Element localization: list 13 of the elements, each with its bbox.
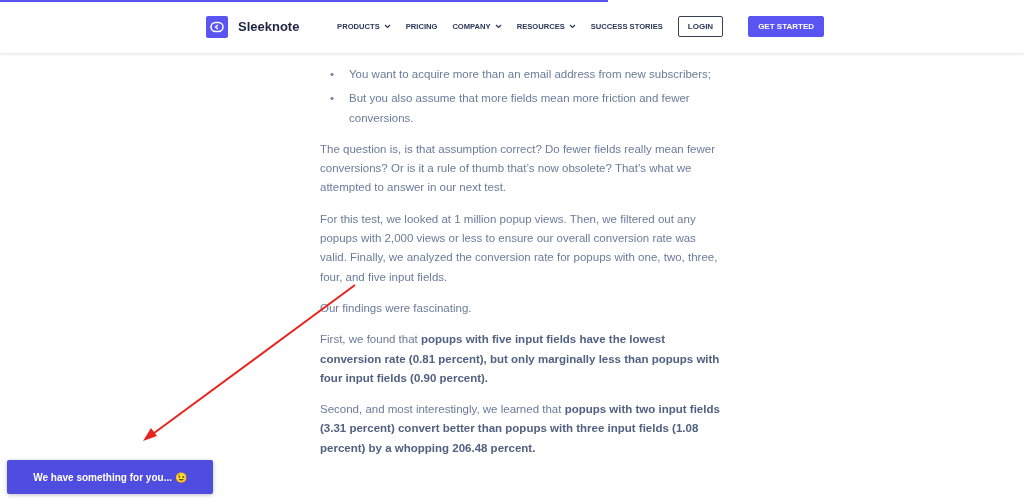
promo-button[interactable]: We have something for you... 😉 bbox=[7, 460, 213, 494]
logo-icon bbox=[206, 15, 228, 38]
paragraph: First, we found that popups with five input fields have the lowest conversion rate (0.81 percent), but only marginally less than popups with four input fields (0.90 percent). bbox=[320, 332, 720, 386]
paragraph: Second, and most interestingly, we learned that popups with two input fields (3.31 percent) convert better than popups with three input fields (1.08 percent) by a whopping 206.48 percent. bbox=[320, 402, 720, 456]
bullet-marker: • bbox=[329, 67, 336, 82]
logo-text: Sleeknote bbox=[238, 19, 300, 34]
get-started-button[interactable]: GET STARTED bbox=[748, 16, 824, 37]
bullet-marker: • bbox=[329, 91, 336, 107]
login-button[interactable]: LOGIN bbox=[677, 16, 724, 37]
bullet-item: You want to acquire more than an email address from new subscribers; bbox=[349, 67, 711, 82]
paragraph: For this test, we looked at 1 million popup views. Then, we filtered out any popups with 2,000 views or less to ensure our overall conversion rate was valid. Finally, we analyzed the conversion rate for popups with one, two, three, four, and five input fields. bbox=[320, 211, 719, 285]
bullet-item: But you also assume that more fields mean more friction and fewer conversions. bbox=[349, 91, 691, 126]
paragraph: The question is, is that assumption correct? Do fewer fields really mean fewer conversions? Or is it a rule of thumb that’s now obsolete? That’s what we attempted to answer in our next test. bbox=[320, 141, 716, 196]
